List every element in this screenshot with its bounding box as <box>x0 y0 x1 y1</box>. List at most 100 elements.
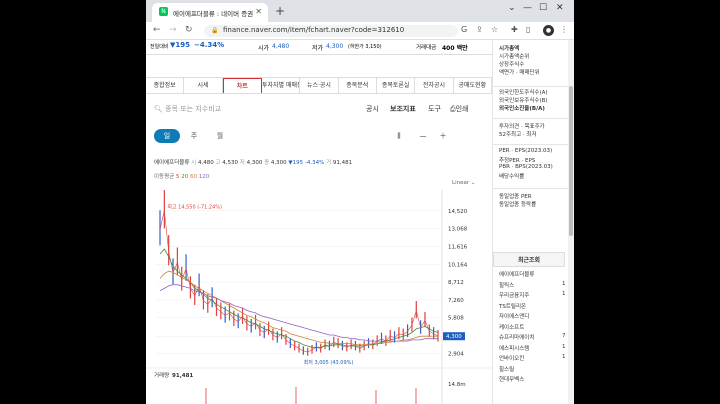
ohlc-line: 에이에프더블류 시 4,480 고 4,530 저 4,300 종 4,300 … <box>154 158 352 166</box>
open-label: 시가 <box>258 45 270 52</box>
ma-label: 이동평균 <box>154 174 175 180</box>
recent-item[interactable]: 슈프리마에이치 <box>499 333 534 341</box>
menu-tab-8[interactable]: 공매도현황 <box>454 78 492 93</box>
recent-item[interactable]: 힐스릴 <box>499 365 514 373</box>
series-line-0 <box>159 210 439 353</box>
scale-label: Linear <box>452 180 470 186</box>
close-key: 종 <box>264 160 270 166</box>
menu-tab-4[interactable]: 뉴스·공시 <box>300 78 339 93</box>
side-items4-3: 배당수익률 <box>499 174 525 180</box>
ma-60: 60 <box>190 174 197 180</box>
low-key: 저 <box>239 160 245 166</box>
change-pct: −4.34% <box>194 41 225 49</box>
extensions-icon[interactable]: ✚ <box>511 25 518 34</box>
share-icon[interactable]: ⇪ <box>476 25 483 34</box>
search-icon: 🔍︎ <box>154 105 163 113</box>
recent-item[interactable]: 자이에스앤디 <box>499 312 529 320</box>
side-items1-3: 액면가 · 매매단위 <box>499 70 540 76</box>
recent-item-count: 1 <box>562 291 566 297</box>
recent-item[interactable]: 케이소프트 <box>499 323 524 331</box>
ohlc-volume: 91,481 <box>332 160 353 166</box>
sidebar-icon[interactable]: ▯ <box>526 25 530 34</box>
lock-icon: 🔒 <box>211 27 219 34</box>
recent-item-count: 1 <box>562 354 566 360</box>
main-panel: 전일대비 ▼195 −4.34% 시가 4,480 저가 4,300 (하한가 … <box>146 40 492 404</box>
low-label: 저가 <box>312 45 324 52</box>
scale-selector[interactable]: Linear ⌄ <box>452 180 475 186</box>
price-chart[interactable]: 14,520 13,068 11,616 10,164 8,712 7,260 5,808 4… <box>146 190 492 404</box>
chevron-down-icon[interactable]: ⌄ <box>508 3 516 13</box>
open-value: 4,480 <box>272 43 290 50</box>
side-items3-1: 52주최고 · 최저 <box>499 132 537 138</box>
recent-item[interactable]: 우리금융지주 <box>499 291 529 299</box>
print-button[interactable]: ⎙인쇄 <box>450 104 469 114</box>
volume-value: 91,481 <box>172 373 193 379</box>
address-bar: ← → ↻ 🔒 finance.naver.com/item/fchart.na… <box>146 22 574 40</box>
recent-item[interactable]: 에스피시스템 <box>499 344 529 352</box>
volume-tick-label: 14.8m <box>448 382 466 388</box>
recent-item[interactable]: TS트릴리온 <box>499 302 526 310</box>
forward-button[interactable]: → <box>169 25 177 35</box>
compare-search[interactable]: 🔍︎ 종목 또는 지수비교 <box>154 104 221 114</box>
disclosure-button[interactable]: 공시 <box>366 104 379 114</box>
y-tick-label: 7,260 <box>448 298 464 304</box>
recent-item-count: 1 <box>562 343 566 350</box>
minimize-button[interactable]: — <box>523 3 532 13</box>
menu-icon[interactable]: ⋮ <box>560 25 568 34</box>
recent-item[interactable]: 언바이오킨 <box>499 354 524 362</box>
stock-info-sidebar: 시가총액 시가총액순위 상장주식수 액면가 · 매매단위 외국인한도주식수(A) 외국인… <box>492 40 574 404</box>
moving-average-legend: 이동평균 5 20 60 120 <box>154 172 209 180</box>
y-tick-label: 8,712 <box>448 280 464 286</box>
prev-label: 전일대비 <box>150 44 169 50</box>
period-day[interactable]: 일 <box>154 129 180 143</box>
google-icon[interactable]: G <box>461 25 467 34</box>
new-tab-button[interactable]: + <box>275 4 285 18</box>
menu-tab-1[interactable]: 시세 <box>184 78 223 93</box>
amount-value: 400 백만 <box>442 45 468 52</box>
recent-item[interactable]: 현대무벡스 <box>499 375 524 383</box>
ma-20: 20 <box>181 174 189 180</box>
back-button[interactable]: ← <box>153 25 161 35</box>
scrollbar-thumb[interactable] <box>569 86 573 236</box>
zoom-out-icon[interactable]: — <box>416 129 430 143</box>
menu-tab-0[interactable]: 종합정보 <box>146 78 185 93</box>
indicator-button[interactable]: 보조지표 <box>390 104 416 114</box>
ohlc-open: 4,480 <box>197 160 214 166</box>
maximize-button[interactable]: ☐ <box>539 3 547 13</box>
side-items2-2: 외국인소진율(B/A) <box>499 106 545 112</box>
zoom-in-icon[interactable]: ＋ <box>436 129 450 143</box>
ohlc-change: ▼195 -4.34% <box>288 160 325 166</box>
side-items2-1: 외국인보유주식수(B) <box>499 98 548 104</box>
menu-tab-7[interactable]: 전자공시 <box>415 78 454 93</box>
period-week[interactable]: 주 <box>186 129 202 143</box>
amount-label: 거래대금 <box>416 45 437 51</box>
profile-avatar[interactable]: ● <box>543 25 554 36</box>
menu-tab-2[interactable]: 차트 <box>222 78 262 93</box>
reload-button[interactable]: ↻ <box>185 25 193 35</box>
menu-tab-5[interactable]: 종목분석 <box>339 78 377 93</box>
menu-tab-6[interactable]: 종목토론실 <box>377 78 416 93</box>
low-value: 4,300 <box>326 43 344 50</box>
recent-item[interactable]: 에이에프더블류 <box>499 270 534 278</box>
high-key: 고 <box>215 160 221 166</box>
page-scrollbar[interactable] <box>568 40 574 404</box>
change-value: ▼195 <box>170 41 190 49</box>
tab-bar: N 에이에프더블류 : 네이버 증권 ✕ + ⌄ — ☐ ✕ <box>146 0 574 22</box>
ohlc-close: 4,300 <box>270 160 287 166</box>
ohlc-high: 4,530 <box>222 160 239 166</box>
period-month[interactable]: 월 <box>212 129 228 143</box>
url-text: finance.naver.com/item/fchart.naver?code… <box>223 26 405 34</box>
recent-item[interactable]: 힐릭스 <box>499 281 514 289</box>
recent-view-header: 최근조회 <box>493 252 565 267</box>
close-tab-icon[interactable]: ✕ <box>255 7 262 16</box>
side-items1-0: 시가총액 <box>499 46 520 52</box>
recent-item-count: 7 <box>562 333 566 339</box>
url-field[interactable]: 🔒 finance.naver.com/item/fchart.naver?co… <box>204 25 458 37</box>
menu-tab-3[interactable]: 투자자별 매매동향 <box>262 78 301 93</box>
browser-tab[interactable]: N 에이에프더블류 : 네이버 증권 ✕ <box>152 3 268 22</box>
ma-5: 5 <box>176 174 180 180</box>
close-window-button[interactable]: ✕ <box>556 3 564 13</box>
candle-type-icon[interactable]: ⫼ <box>392 129 406 143</box>
tools-button[interactable]: 도구 <box>428 104 441 114</box>
bookmark-star-icon[interactable]: ☆ <box>491 25 498 34</box>
